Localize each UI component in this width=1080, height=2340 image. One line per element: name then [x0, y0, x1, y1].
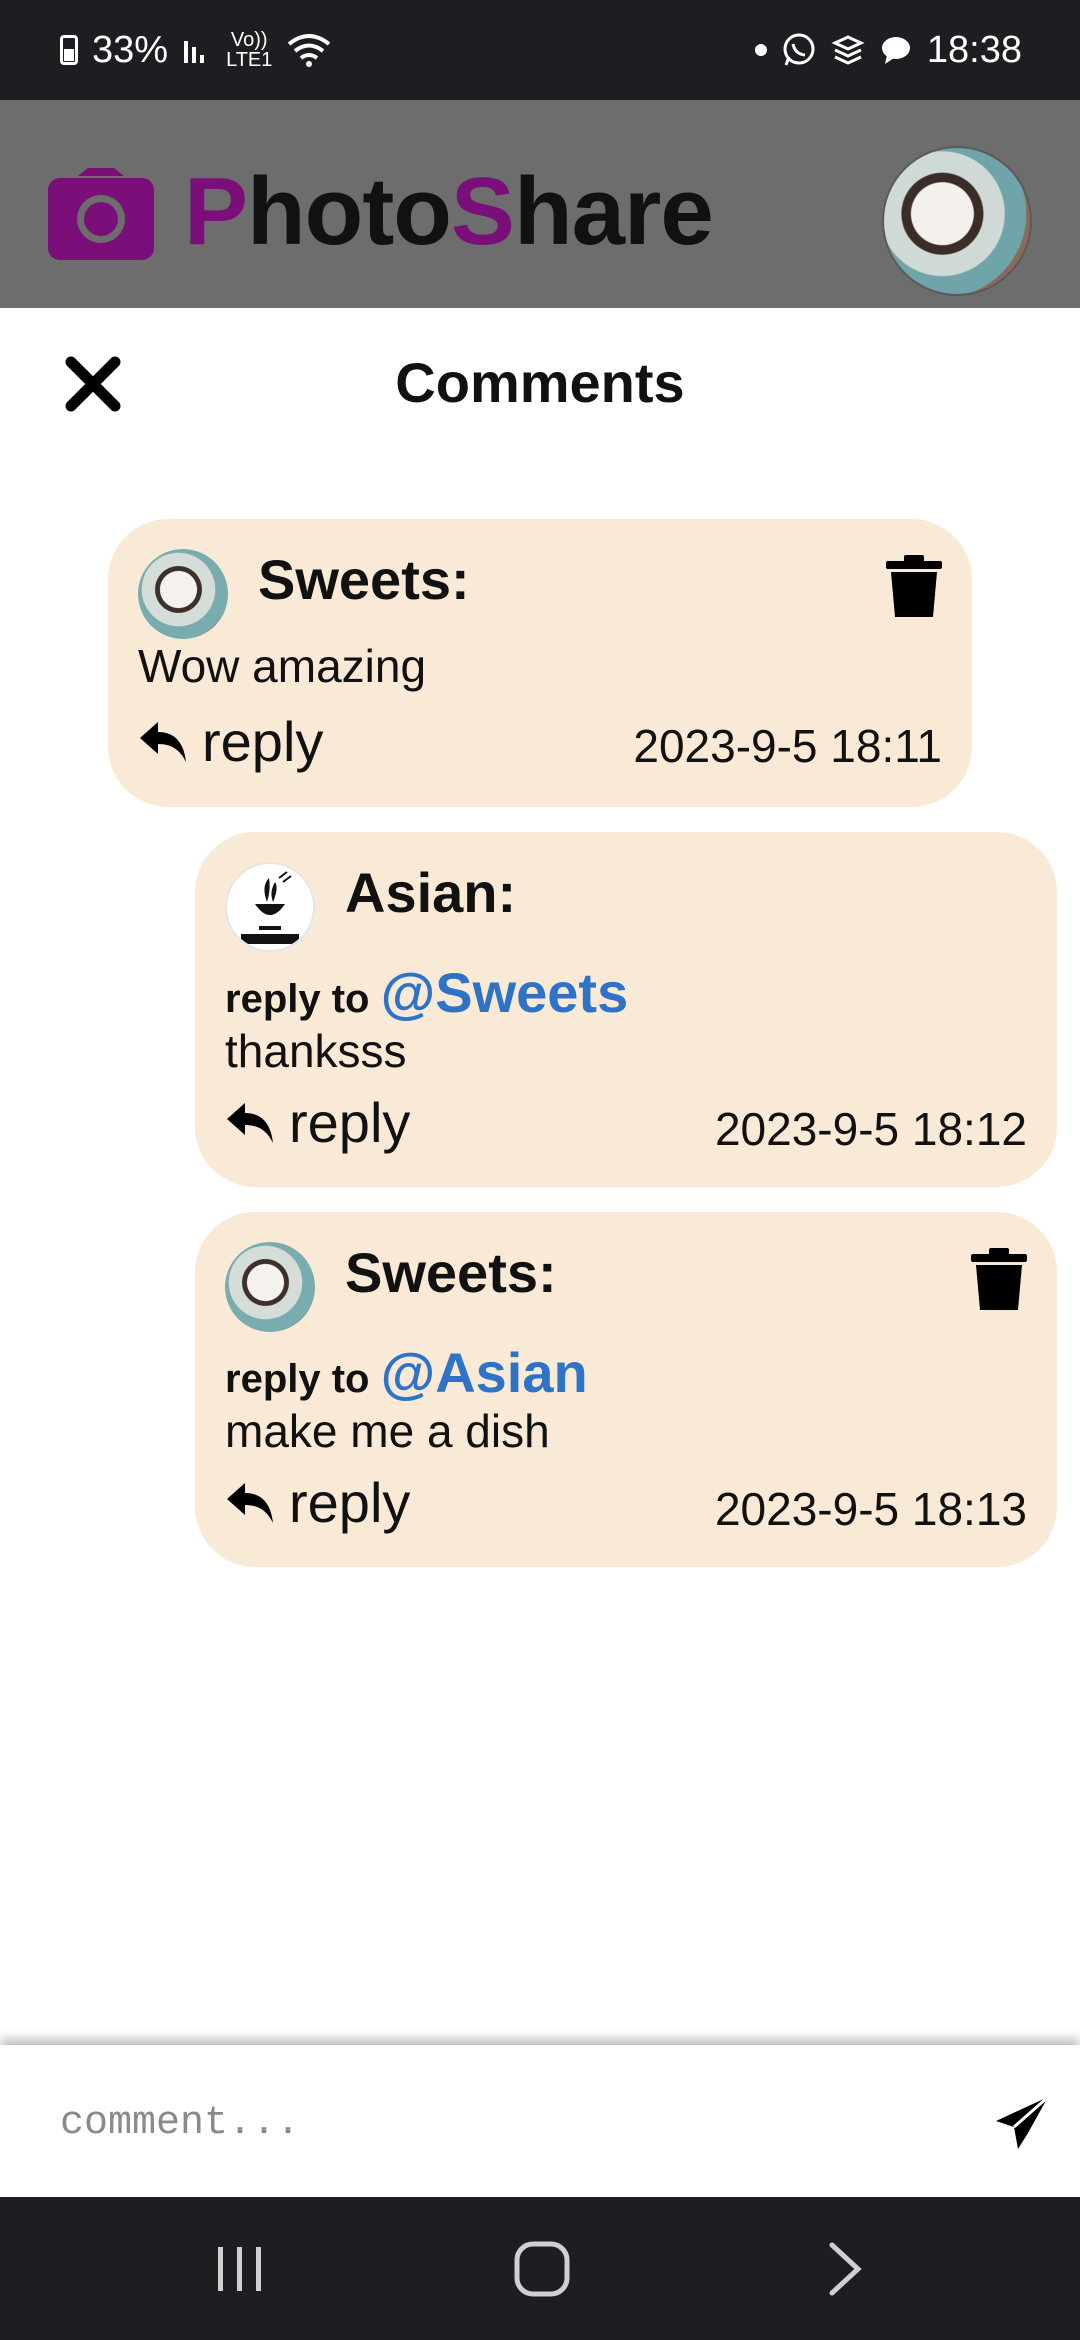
back-icon[interactable] [826, 2241, 866, 2297]
dot-icon [754, 44, 767, 56]
comment-card: Asian: reply to @Sweets thanksss reply 2… [195, 832, 1057, 1187]
volte-icon: Vo)) LTE1 [226, 30, 272, 70]
reply-label: reply [289, 1091, 411, 1154]
reply-button[interactable]: reply [225, 1090, 410, 1155]
reply-icon [140, 721, 186, 762]
reply-icon [227, 1482, 273, 1523]
status-right: 18:38 [754, 28, 1022, 72]
layers-icon [831, 35, 865, 65]
reply-to-line: reply to @Sweets [225, 960, 628, 1025]
brand-text-hare: hare [513, 158, 714, 265]
avatar[interactable] [225, 1242, 315, 1332]
brand-accent-p: P [184, 158, 248, 265]
signal-icon [184, 41, 205, 63]
battery-icon [60, 35, 78, 65]
comment-input[interactable] [58, 2083, 958, 2163]
lte-label: LTE1 [226, 49, 273, 71]
reply-icon [227, 1102, 273, 1143]
reply-label: reply [289, 1471, 411, 1534]
whatsapp-icon [783, 33, 815, 66]
reply-button[interactable]: reply [225, 1470, 410, 1535]
volte-label: Vo)) [230, 29, 268, 51]
reply-label: reply [202, 710, 324, 773]
reply-to-label: reply to [225, 977, 370, 1021]
comments-panel-header: Comments [0, 308, 1080, 458]
comment-timestamp: 2023-9-5 18:12 [714, 1103, 1027, 1155]
brand-text-hoto: hoto [247, 158, 452, 265]
comment-text: make me a dish [225, 1405, 550, 1457]
mention-link[interactable]: @Sweets [381, 961, 629, 1024]
system-nav-bar [0, 2197, 1080, 2340]
avatar[interactable] [138, 549, 228, 639]
status-left: 33% Vo)) LTE1 [60, 29, 332, 72]
recents-icon[interactable] [214, 2243, 266, 2295]
mention-link[interactable]: @Asian [381, 1341, 588, 1404]
comment-text: thanksss [225, 1025, 407, 1077]
comment-author: Sweets: [258, 548, 470, 611]
status-time: 18:38 [926, 28, 1022, 71]
avatar[interactable] [225, 862, 315, 952]
comment-text: Wow amazing [138, 640, 427, 692]
comment-author: Sweets: [345, 1241, 557, 1304]
panel-title: Comments [395, 351, 685, 414]
home-icon[interactable] [514, 2241, 570, 2297]
wifi-icon [288, 34, 331, 67]
comment-timestamp: 2023-9-5 18:13 [714, 1483, 1027, 1535]
send-icon[interactable] [994, 2095, 1050, 2151]
comment-card: Sweets: Wow amazing reply 2023-9-5 18:11 [108, 519, 972, 807]
status-bar: 33% Vo)) LTE1 18:38 [0, 0, 1080, 100]
reply-button[interactable]: reply [138, 709, 323, 774]
app-header: PhotoShare [0, 100, 1080, 308]
camera-icon [48, 168, 154, 260]
message-icon [881, 37, 910, 64]
app-brand: PhotoShare [184, 162, 714, 262]
comment-author: Asian: [345, 861, 517, 924]
trash-icon[interactable] [886, 555, 942, 617]
trash-icon[interactable] [971, 1248, 1027, 1310]
food-logo-icon [241, 871, 299, 944]
comment-card: Sweets: reply to @Asian make me a dish r… [195, 1212, 1057, 1567]
reply-to-label: reply to [225, 1357, 370, 1401]
comment-timestamp: 2023-9-5 18:11 [633, 720, 942, 772]
battery-percent: 33% [92, 28, 169, 71]
comment-input-bar [0, 2045, 1080, 2197]
reply-to-line: reply to @Asian [225, 1340, 588, 1405]
brand-accent-s: S [450, 158, 515, 265]
user-avatar[interactable] [882, 146, 1032, 296]
